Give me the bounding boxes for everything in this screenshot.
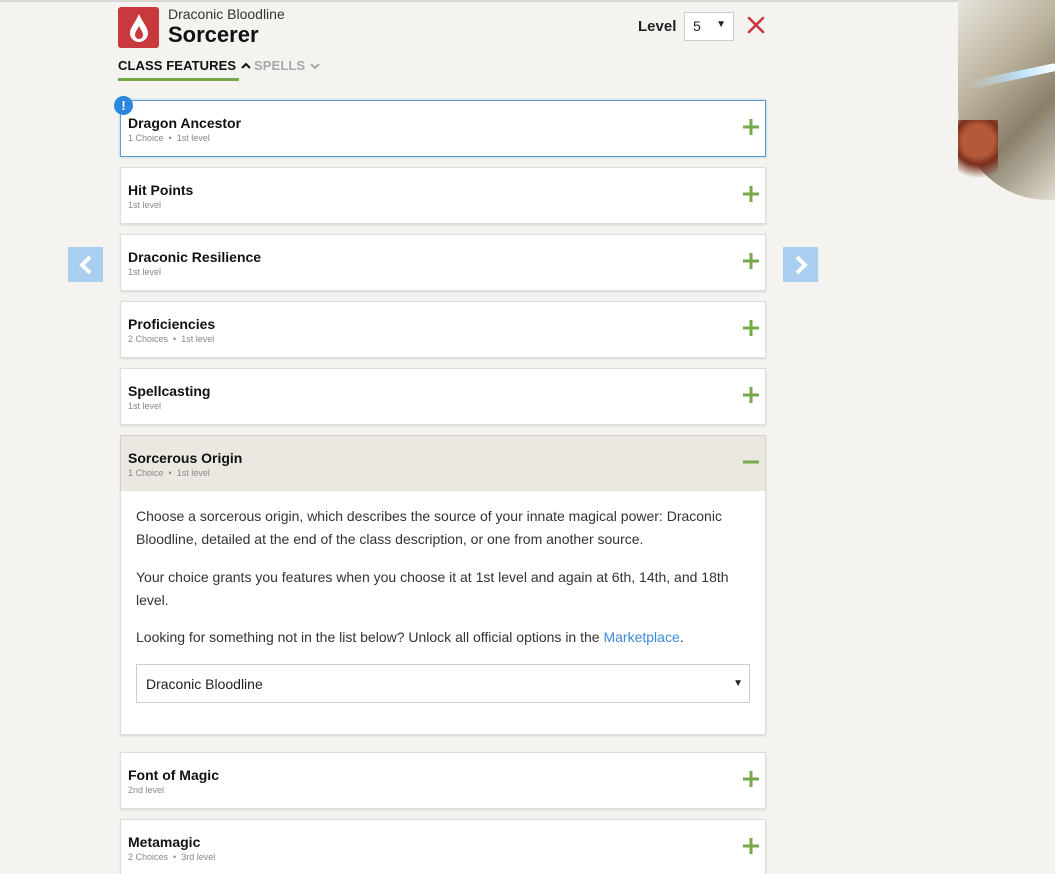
alert-badge: ! [114,96,133,115]
sorcerous-origin-select[interactable]: Draconic Bloodline ▼ [136,664,750,703]
feature-hit-points[interactable]: Hit Points 1st level [120,167,766,224]
feature-sorcerous-origin[interactable]: Sorcerous Origin 1 Choice • 1st level [120,435,766,492]
feature-meta: 2 Choices • 1st level [128,334,215,344]
feature-meta: 1 Choice • 1st level [128,468,210,478]
feature-dragon-ancestor[interactable]: ! Dragon Ancestor 1 Choice • 1st level [114,96,766,157]
feature-meta: 1st level [128,200,161,210]
feature-meta: 1st level [128,267,161,277]
plus-icon[interactable] [742,252,760,270]
close-icon [747,16,765,34]
description-paragraph: Your choice grants you features when you… [136,569,729,608]
level-value: 5 [693,18,701,34]
caret-down-icon: ▼ [716,19,726,30]
feature-choices: 2 Choices [128,334,169,344]
feature-name: Dragon Ancestor [128,115,242,131]
feature-meta: 1st level [128,401,161,411]
class-header: Draconic Bloodline Sorcerer Level 5 ▼ [118,6,766,50]
feature-choices: 2 Choices [128,852,169,862]
feature-proficiencies[interactable]: Proficiencies 2 Choices • 1st level [120,301,766,358]
minus-icon[interactable] [742,453,760,471]
tab-class-features-label: CLASS FEATURES [118,58,237,73]
feature-spellcasting[interactable]: Spellcasting 1st level [120,368,766,425]
plus-icon[interactable] [742,319,760,337]
feature-metamagic[interactable]: Metamagic 2 Choices • 3rd level [120,819,766,874]
chevron-left-icon [78,255,91,274]
sorcerous-origin-detail: Choose a sorcerous origin, which describ… [120,491,766,735]
plus-icon[interactable] [742,837,760,855]
feature-name: Proficiencies [128,316,216,332]
feature-name: Spellcasting [128,383,211,399]
feature-name: Metamagic [128,834,201,850]
feature-name: Hit Points [128,182,194,198]
plus-icon[interactable] [742,118,760,136]
feature-level: 1st level [128,401,162,411]
feature-level: 1st level [128,267,162,277]
plus-icon[interactable] [742,185,760,203]
marketplace-link[interactable]: Marketplace [603,629,679,645]
feature-level: 1st level [176,468,210,478]
class-name: Sorcerer [168,22,259,47]
feature-meta: 1 Choice • 1st level [128,133,210,143]
chevron-down-icon [310,61,320,73]
feature-name: Sorcerous Origin [128,450,243,466]
feature-font-of-magic[interactable]: Font of Magic 2nd level [120,752,766,809]
level-select[interactable]: 5 ▼ [684,12,734,41]
description-paragraph: Choose a sorcerous origin, which describ… [136,508,722,547]
top-border [0,0,1055,2]
feature-choices: 1 Choice [128,133,164,143]
chevron-right-icon [795,255,808,274]
marketplace-period: . [679,629,684,645]
artwork-figure [958,120,998,190]
caret-down-icon: ▼ [733,678,743,689]
level-label: Level [638,18,677,35]
plus-icon[interactable] [742,770,760,788]
tab-class-features[interactable]: CLASS FEATURES [118,58,251,81]
next-step-button[interactable] [783,247,818,282]
feature-draconic-resilience[interactable]: Draconic Resilience 1st level [120,234,766,291]
subclass-name: Draconic Bloodline [168,6,285,22]
tab-spells[interactable]: SPELLS [254,58,320,73]
close-button[interactable] [746,15,766,35]
flame-drop-icon [118,7,159,48]
marketplace-paragraph: Looking for something not in the list be… [136,626,736,649]
tab-spells-label: SPELLS [254,58,306,73]
background-artwork [938,0,1055,230]
feature-level: 1st level [181,334,215,344]
chevron-up-icon [241,61,251,73]
feature-level: 1st level [176,133,210,143]
feature-level: 1st level [128,200,162,210]
feature-level: 3rd level [181,852,216,862]
feature-meta: 2 Choices • 3rd level [128,852,216,862]
previous-step-button[interactable] [68,247,103,282]
feature-level: 2nd level [128,785,165,795]
plus-icon[interactable] [742,386,760,404]
feature-name: Font of Magic [128,767,219,783]
feature-meta: 2nd level [128,785,164,795]
selected-origin: Draconic Bloodline [146,676,263,692]
feature-choices: 1 Choice [128,468,164,478]
feature-name: Draconic Resilience [128,249,262,265]
marketplace-text: Looking for something not in the list be… [136,629,604,645]
